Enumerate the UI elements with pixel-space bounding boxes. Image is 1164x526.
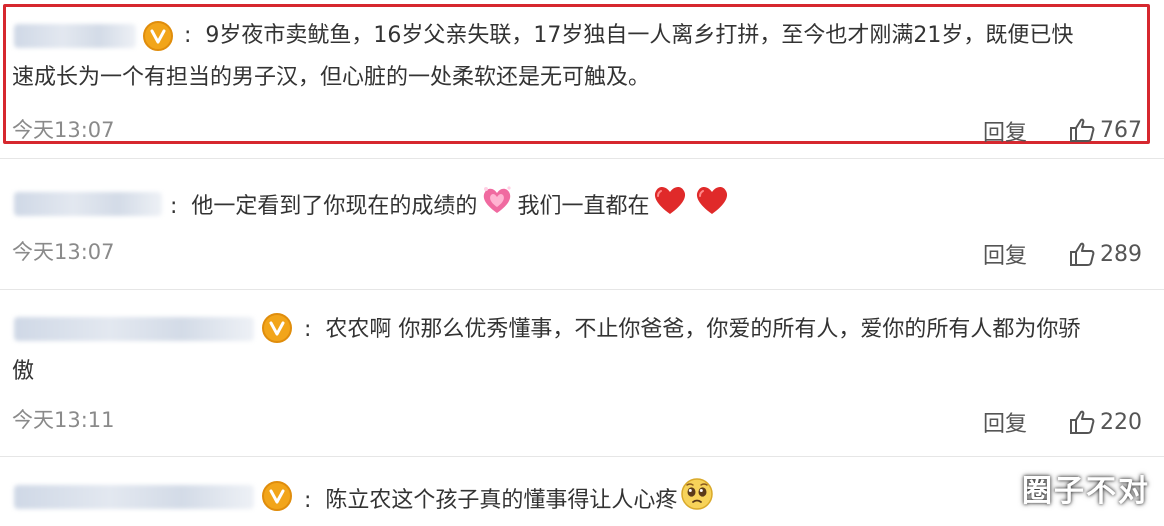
comment-text-continued: 傲 [12,359,35,384]
username-blurred[interactable] [14,192,162,216]
username-blurred[interactable] [14,485,254,509]
comment-list: :9岁夜市卖鱿鱼，16岁父亲失联，17岁独自一人离乡打拼，至今也才刚满21岁，既… [0,0,1164,526]
like-button[interactable]: 220 [1068,408,1142,436]
divider [0,456,1164,457]
thumbs-up-icon [1070,118,1095,142]
like-count: 767 [1100,117,1142,143]
comment-text: :9岁夜市卖鱿鱼，16岁父亲失联，17岁独自一人离乡打拼，至今也才刚满21岁，既… [184,16,1144,56]
comment-text: : 他一定看到了你现在的成绩的 我们一直都在 [170,184,1130,230]
comment-text-part: 他一定看到了你现在的成绩的 [191,194,478,219]
comment-text: : 农农啊 你那么优秀懂事，不止你爸爸，你爱的所有人，爱你的所有人都为你骄 [304,310,1164,350]
comment-text-continued: 速成长为一个有担当的男子汉，但心脏的一处柔软还是无可触及。 [12,65,651,90]
like-button[interactable]: 767 [1068,116,1142,144]
colon: : [304,317,312,342]
comment-time: 今天13:11 [12,408,115,432]
comment-item: :9岁夜市卖鱿鱼，16岁父亲失联，17岁独自一人离乡打拼，至今也才刚满21岁，既… [0,0,1164,148]
comment-time: 今天13:07 [12,240,115,264]
thumbs-up-icon [1070,410,1095,434]
verified-badge-icon [262,481,292,511]
watermark-text: 圈子不对 [1022,474,1150,509]
comment-text-part: 我们一直都在 [517,194,650,219]
comment-item: : 农农啊 你那么优秀懂事，不止你爸爸，你爱的所有人，爱你的所有人都为你骄 傲 今… [0,292,1164,452]
colon: : [184,23,192,48]
comment-text-line: 9岁夜市卖鱿鱼，16岁父亲失联，17岁独自一人离乡打拼，至今也才刚满21岁，既便… [205,23,1074,48]
divider [0,289,1164,290]
colon: : [170,194,178,219]
colon: : [304,488,312,513]
thumbs-up-icon [1070,242,1095,266]
comment-text-line: 农农啊 你那么优秀懂事，不止你爸爸，你爱的所有人，爱你的所有人都为你骄 [325,317,1081,342]
comment-item: : 陈立农这个孩子真的懂事得让人心疼 [0,460,1164,526]
comment-time: 今天13:07 [12,118,115,142]
username-blurred[interactable] [14,317,254,341]
sparkling-heart-icon [480,185,514,229]
username-blurred[interactable] [14,24,136,48]
like-count: 220 [1100,409,1142,435]
red-heart-icon [694,184,730,230]
divider [0,158,1164,159]
comment-item: : 他一定看到了你现在的成绩的 我们一直都在 今天13:07 回复 289 [0,162,1164,287]
verified-badge-icon [262,313,292,343]
reply-button[interactable]: 回复 [983,115,1027,147]
reply-button[interactable]: 回复 [983,238,1027,270]
like-count: 289 [1100,241,1142,267]
comment-text-part: 陈立农这个孩子真的懂事得让人心疼 [325,488,678,513]
red-heart-icon [652,184,688,230]
reply-button[interactable]: 回复 [983,406,1027,438]
comment-text: : 陈立农这个孩子真的懂事得让人心疼 [304,477,864,525]
like-button[interactable]: 289 [1068,240,1142,268]
verified-badge-icon [143,21,173,51]
pleading-face-icon [680,477,714,525]
